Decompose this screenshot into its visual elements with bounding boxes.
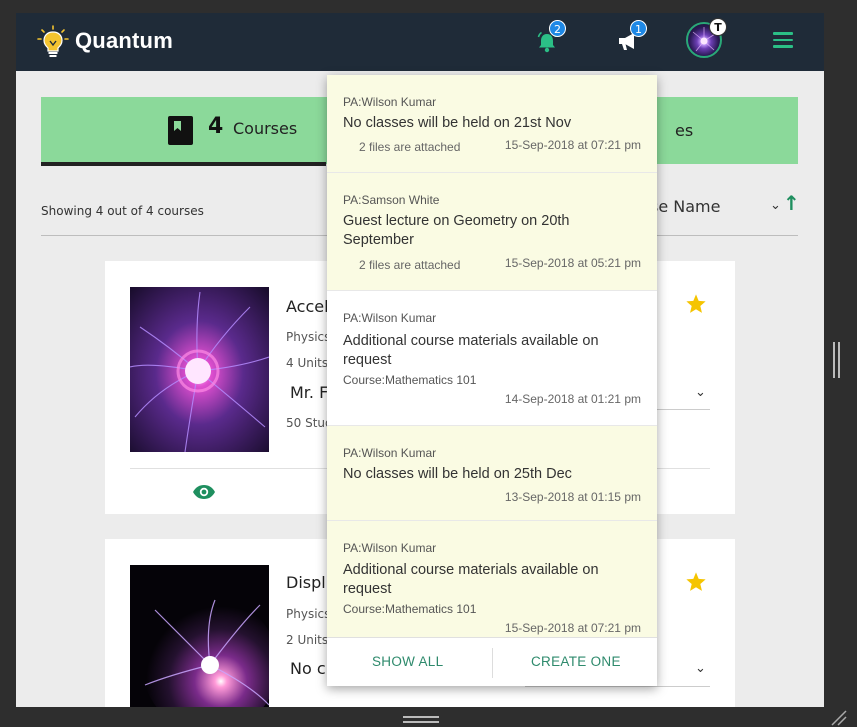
bottom-drag-handle[interactable] [403,716,439,724]
plasma-image [130,287,269,452]
notification-time: 13-Sep-2018 at 01:15 pm [504,490,641,504]
active-tab-indicator [41,162,326,166]
arrow-up-icon[interactable]: ↑ [783,191,800,215]
course-students: 50 Stud [286,416,333,430]
eye-icon[interactable] [192,484,216,500]
side-drag-handle[interactable] [833,342,841,378]
notification-time: 14-Sep-2018 at 01:21 pm [504,392,641,406]
course-subject: Physics [286,330,331,344]
course-title[interactable]: Displ [286,573,326,592]
teacher-select[interactable]: No c [290,659,326,678]
course-units: 2 Units [286,633,329,647]
app-brand[interactable]: Quantum [75,28,173,54]
announcements-count-badge: 1 [630,20,647,37]
notification-attachments[interactable]: 2 files are attached [359,258,460,272]
teacher-select-underline [525,686,710,687]
notification-time: 15-Sep-2018 at 07:21 pm [504,621,641,635]
notification-message: No classes will be held on 21st Nov [343,115,572,131]
notification-message: Additional course materials available on… [343,333,599,368]
notification-course: Course:Mathematics 101 [343,602,477,616]
plasma-globe-image [130,565,269,707]
chevron-down-icon[interactable]: ⌄ [695,661,706,676]
hamburger-icon[interactable] [773,32,793,48]
notification-message: Additional course materials available on… [343,562,599,597]
lightbulb-icon [37,25,69,57]
course-title[interactable]: Accel [286,297,329,316]
notification-sender: PA:Wilson Kumar [343,95,437,109]
notification-message: No classes will be held on 25th Dec [343,466,572,482]
top-navbar: Quantum 2 1 T [16,13,824,71]
notification-time: 15-Sep-2018 at 05:21 pm [504,256,641,270]
notification-message: Guest lecture on Geometry on 20th Septem… [343,213,570,248]
resize-grip-icon[interactable] [830,709,848,727]
chevron-down-icon[interactable]: ⌄ [770,198,781,213]
notification-item[interactable]: PA:Samson White Guest lecture on Geometr… [327,173,657,291]
announcements-button[interactable]: 1 [613,20,647,56]
show-all-button[interactable]: SHOW ALL [372,654,443,669]
course-thumbnail[interactable] [130,565,269,707]
course-count-label[interactable]: Courses [233,119,297,138]
notification-item[interactable]: PA:Wilson Kumar Additional course materi… [327,291,657,426]
book-icon [168,116,193,145]
app-window: Quantum 2 1 T 4 Courses es Showing 4 out… [16,13,824,707]
create-one-button[interactable]: CREATE ONE [531,654,621,669]
course-count: 4 [208,114,224,139]
notification-sender: PA:Wilson Kumar [343,541,437,555]
notification-time: 15-Sep-2018 at 07:21 pm [504,138,641,152]
notification-item[interactable]: PA:Wilson Kumar No classes will be held … [327,75,657,173]
course-subject: Physics [286,607,331,621]
notification-course: Course:Mathematics 101 [343,373,477,387]
teacher-select[interactable]: Mr. F [290,383,328,402]
chevron-down-icon[interactable]: ⌄ [695,385,706,400]
notification-sender: PA:Wilson Kumar [343,446,437,460]
star-icon[interactable] [685,571,707,593]
notifications-button[interactable]: 2 [532,20,566,56]
footer-divider [492,648,493,678]
notification-sender: PA:Samson White [343,193,440,207]
showing-count-text: Showing 4 out of 4 courses [41,204,204,218]
notification-item[interactable]: PA:Wilson Kumar Additional course materi… [327,521,657,641]
avatar-badge: T [709,18,727,36]
course-thumbnail[interactable] [130,287,269,452]
course-units: 4 Units [286,356,329,370]
star-icon[interactable] [685,293,707,315]
notification-item[interactable]: PA:Wilson Kumar No classes will be held … [327,426,657,521]
notification-sender: PA:Wilson Kumar [343,311,437,325]
notifications-dropdown: PA:Wilson Kumar No classes will be held … [327,75,657,686]
notifications-footer: SHOW ALL CREATE ONE [327,637,657,686]
notification-attachments[interactable]: 2 files are attached [359,140,460,154]
summary-right-label[interactable]: es [675,121,693,140]
sort-select[interactable]: se Name [650,197,720,216]
notifications-count-badge: 2 [549,20,566,37]
